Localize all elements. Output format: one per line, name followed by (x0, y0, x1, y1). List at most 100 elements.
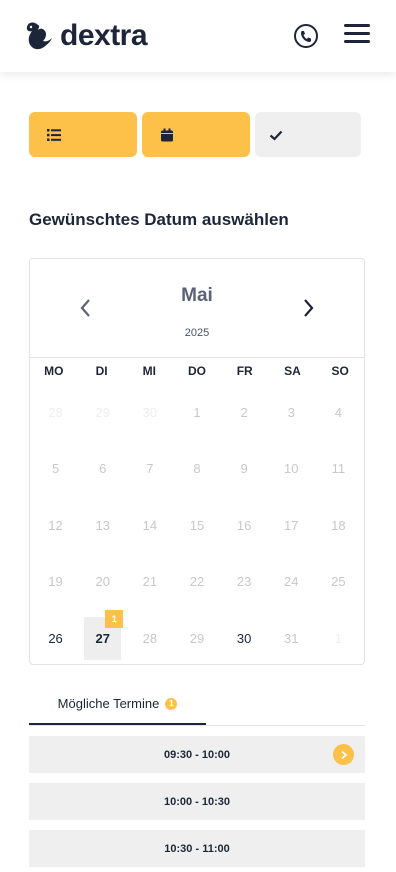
day-number: 23 (236, 574, 252, 590)
weekday-header: MO DI MI DO FR SA SO (30, 358, 364, 384)
calendar-day: 20 (79, 554, 126, 611)
day-number: 28 (48, 404, 63, 420)
calendar-day: 25 (315, 554, 362, 611)
day-number: 15 (189, 517, 205, 533)
calendar-day: 23 (221, 554, 268, 611)
calendar-day: 12 (32, 497, 79, 554)
day-number: 31 (284, 630, 299, 646)
calendar-day[interactable]: 30 (221, 610, 268, 667)
count-badge: 1 (165, 697, 178, 710)
calendar-day: 3 (268, 384, 315, 441)
availability-count-badge: 1 (105, 610, 124, 628)
calendar-day: 4 (315, 384, 362, 441)
calendar-day: 30 (126, 384, 173, 441)
calendar-days: 28 29 30 1 2 3 4 5 6 7 8 9 10 11 12 13 14 15 16 17 18 19 20 21 2… (30, 384, 364, 667)
calendar-day: 16 (221, 497, 268, 554)
app-header: dextra (0, 0, 396, 72)
day-number: 19 (48, 574, 63, 590)
weekday-label: SO (331, 364, 349, 378)
calendar-day-selected[interactable]: 27 1 (79, 610, 126, 667)
calendar-day: 1 (315, 610, 362, 667)
check-icon (269, 130, 283, 141)
calendar-day: 22 (173, 554, 220, 611)
chevron-right-icon (304, 299, 314, 317)
time-slot-label: 10:30 - 11:00 (164, 842, 230, 855)
calendar-day: 29 (173, 610, 220, 667)
tab-bar: Mögliche Termine 1 (29, 684, 365, 726)
arrow-right-icon (333, 744, 354, 765)
calendar-day: 1 (173, 384, 220, 441)
day-number: 21 (142, 574, 158, 590)
day-number: 24 (284, 574, 299, 590)
next-month-button[interactable] (302, 297, 316, 319)
step-confirm[interactable] (255, 112, 361, 157)
phone-icon (294, 24, 318, 48)
time-slot-label: 09:30 - 10:00 (163, 748, 231, 761)
tab-label: Mögliche Termine (57, 696, 160, 711)
calendar-day: 6 (79, 441, 126, 498)
time-slot[interactable]: 10:30 - 11:00 (29, 830, 365, 867)
day-number: 29 (189, 630, 205, 646)
calendar-day: 8 (173, 441, 220, 498)
day-number: 1 (334, 630, 343, 646)
day-number: 17 (284, 517, 299, 533)
day-number: 27 (95, 630, 110, 646)
day-number: 14 (142, 517, 158, 533)
menu-button[interactable] (344, 24, 370, 46)
calendar-day: 9 (221, 441, 268, 498)
brand-name: dextra (60, 19, 148, 52)
weekday-label: FR (236, 364, 253, 378)
time-slot[interactable]: 09:30 - 10:00 (29, 736, 365, 773)
calendar-day[interactable]: 26 (32, 610, 79, 667)
day-number: 11 (331, 461, 346, 477)
day-number: 26 (48, 630, 63, 646)
calendar-day: 24 (268, 554, 315, 611)
time-slot[interactable]: 10:00 - 10:30 (29, 783, 365, 820)
weekday-label: DO (187, 364, 206, 378)
weekday-label: SA (284, 364, 301, 378)
phone-button[interactable] (292, 22, 320, 50)
calendar-day: 2 (221, 384, 268, 441)
calendar-day: 18 (315, 497, 362, 554)
calendar-day: 13 (79, 497, 126, 554)
calendar-day: 19 (32, 554, 79, 611)
weekday-label: MI (142, 364, 156, 378)
step-date[interactable] (142, 112, 250, 157)
day-number: 22 (189, 574, 205, 590)
calendar-day: 29 (79, 384, 126, 441)
day-number: 8 (193, 461, 201, 477)
day-number: 10 (284, 461, 299, 477)
logo[interactable]: dextra (24, 16, 148, 56)
day-number: 7 (146, 461, 154, 477)
step-service[interactable] (29, 112, 137, 157)
calendar-day: 21 (126, 554, 173, 611)
day-number: 20 (95, 574, 110, 590)
hamburger-menu-icon (344, 24, 370, 27)
calendar-day: 28 (32, 384, 79, 441)
calendar-day: 5 (32, 441, 79, 498)
day-number: 29 (95, 404, 110, 420)
tab-possible-dates[interactable]: Mögliche Termine 1 (29, 684, 206, 725)
day-number: 13 (95, 517, 110, 533)
calendar-day: 15 (173, 497, 220, 554)
day-number: 25 (331, 574, 346, 590)
calendar-day: 31 (268, 610, 315, 667)
day-number: 30 (236, 630, 252, 646)
day-number: 9 (240, 461, 248, 477)
year-label: 2025 (184, 327, 210, 339)
calendar-day: 7 (126, 441, 173, 498)
day-number: 2 (240, 404, 248, 420)
calendar-day: 10 (268, 441, 315, 498)
day-number: 30 (142, 404, 158, 420)
page-title: Gewünschtes Datum auswählen (29, 210, 289, 229)
day-number: 4 (334, 404, 343, 420)
weekday-label: DI (95, 364, 108, 378)
day-number: 1 (193, 404, 201, 420)
calendar-icon (161, 128, 173, 141)
day-number: 3 (287, 404, 295, 420)
day-number: 28 (142, 630, 158, 646)
day-number: 12 (48, 517, 63, 533)
date-picker-calendar: Mai 2025 MO DI MI DO FR SA SO 28 29 30 1 2 3 4 5 6 7 8 9 1… (29, 258, 365, 665)
weekday-label: MO (44, 364, 64, 378)
calendar-day: 17 (268, 497, 315, 554)
